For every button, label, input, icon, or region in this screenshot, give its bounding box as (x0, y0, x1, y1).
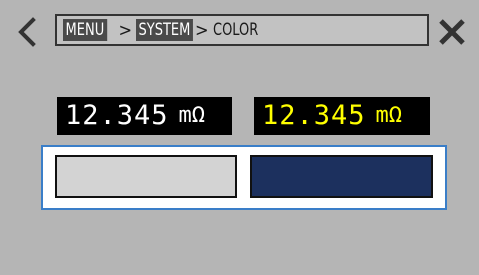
dark-color-swatch[interactable] (250, 155, 433, 198)
breadcrumb-color: COLOR (212, 20, 258, 40)
close-icon (439, 19, 465, 45)
close-button[interactable] (434, 14, 470, 50)
light-color-swatch[interactable] (55, 155, 237, 198)
chevron-left-icon (18, 17, 36, 47)
reading-preview-yellow: 12.345 mΩ (254, 97, 430, 135)
breadcrumb-menu[interactable]: MENU (63, 19, 115, 41)
breadcrumb-separator: > (118, 19, 133, 41)
breadcrumb: MENU > SYSTEM > COLOR (55, 14, 429, 46)
reading-preview-white: 12.345 mΩ (57, 97, 232, 135)
back-button[interactable] (14, 14, 40, 50)
breadcrumb-separator: > (195, 19, 209, 41)
color-scheme-selector (41, 145, 447, 210)
reading-unit: mΩ (375, 103, 403, 128)
breadcrumb-system[interactable]: SYSTEM (136, 19, 203, 41)
reading-unit: mΩ (178, 103, 206, 128)
reading-value: 12.345 (65, 100, 169, 131)
color-settings-screen: MENU > SYSTEM > COLOR 12.345 mΩ 12.345 m… (0, 0, 479, 275)
reading-value: 12.345 (262, 100, 366, 131)
